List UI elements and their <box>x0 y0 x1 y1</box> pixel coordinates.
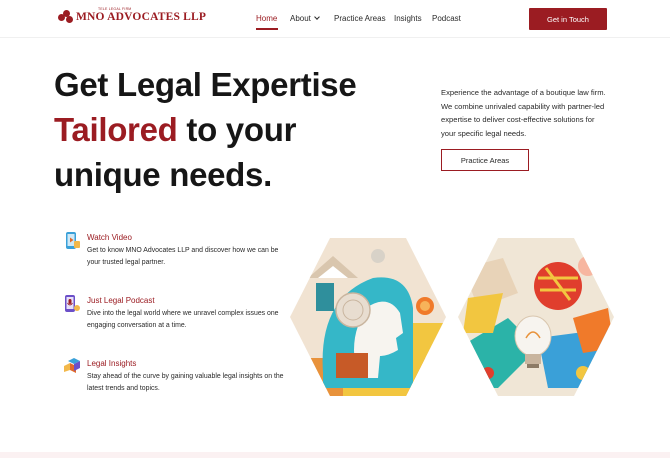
feature-text: Dive into the legal world where we unrav… <box>87 310 279 329</box>
practice-areas-button[interactable]: Practice Areas <box>441 149 529 171</box>
hero-title-line2: Tailored to your <box>54 107 356 152</box>
nav-practice-areas-label: Practice Areas <box>334 14 386 23</box>
nav-practice-areas[interactable]: Practice Areas <box>334 14 386 23</box>
nav-insights-label: Insights <box>394 14 422 23</box>
next-section-edge <box>0 452 670 458</box>
hexagon-image-head <box>290 238 446 396</box>
insights-icon <box>64 358 80 373</box>
hero-title-line3: unique needs. <box>54 156 272 193</box>
nav-home[interactable]: Home <box>256 14 278 30</box>
hexagon-image-lightbulb <box>458 238 614 396</box>
nav-insights[interactable]: Insights <box>394 14 422 23</box>
logo-mark-icon <box>58 10 74 24</box>
site-header: TELE LEGAL FIRM MNO ADVOCATES LLP Home A… <box>0 0 670 38</box>
feature-title: Legal Insights <box>87 359 137 368</box>
nav-home-label: Home <box>256 14 278 23</box>
hero-title-line1: Get Legal Expertise <box>54 66 357 103</box>
chevron-down-icon <box>314 14 320 20</box>
feature-title: Watch Video <box>87 233 132 242</box>
video-icon <box>66 232 80 249</box>
logo-name: MNO ADVOCATES LLP <box>76 11 207 23</box>
nav-active-indicator <box>256 28 278 30</box>
hero-artwork <box>290 238 614 396</box>
logo-tagline: TELE LEGAL FIRM <box>98 7 132 11</box>
logo[interactable]: TELE LEGAL FIRM MNO ADVOCATES LLP <box>58 7 207 24</box>
hero-title: Get Legal Expertise Tailored to your uni… <box>54 62 357 197</box>
nav-about[interactable]: About <box>290 14 320 23</box>
feature-text: Get to know MNO Advocates LLP and discov… <box>87 247 279 266</box>
hero-title-accent: Tailored <box>54 111 178 148</box>
hero-title-line2-rest: to your <box>177 111 297 148</box>
nav-podcast-label: Podcast <box>432 14 461 23</box>
nav-about-label: About <box>290 14 311 23</box>
hero-description: Experience the advantage of a boutique l… <box>441 88 606 138</box>
feature-text: Stay ahead of the curve by gaining valua… <box>87 373 284 392</box>
nav-podcast[interactable]: Podcast <box>432 14 461 23</box>
podcast-icon <box>65 295 80 312</box>
feature-title: Just Legal Podcast <box>87 296 155 305</box>
get-in-touch-button[interactable]: Get in Touch <box>529 8 607 30</box>
